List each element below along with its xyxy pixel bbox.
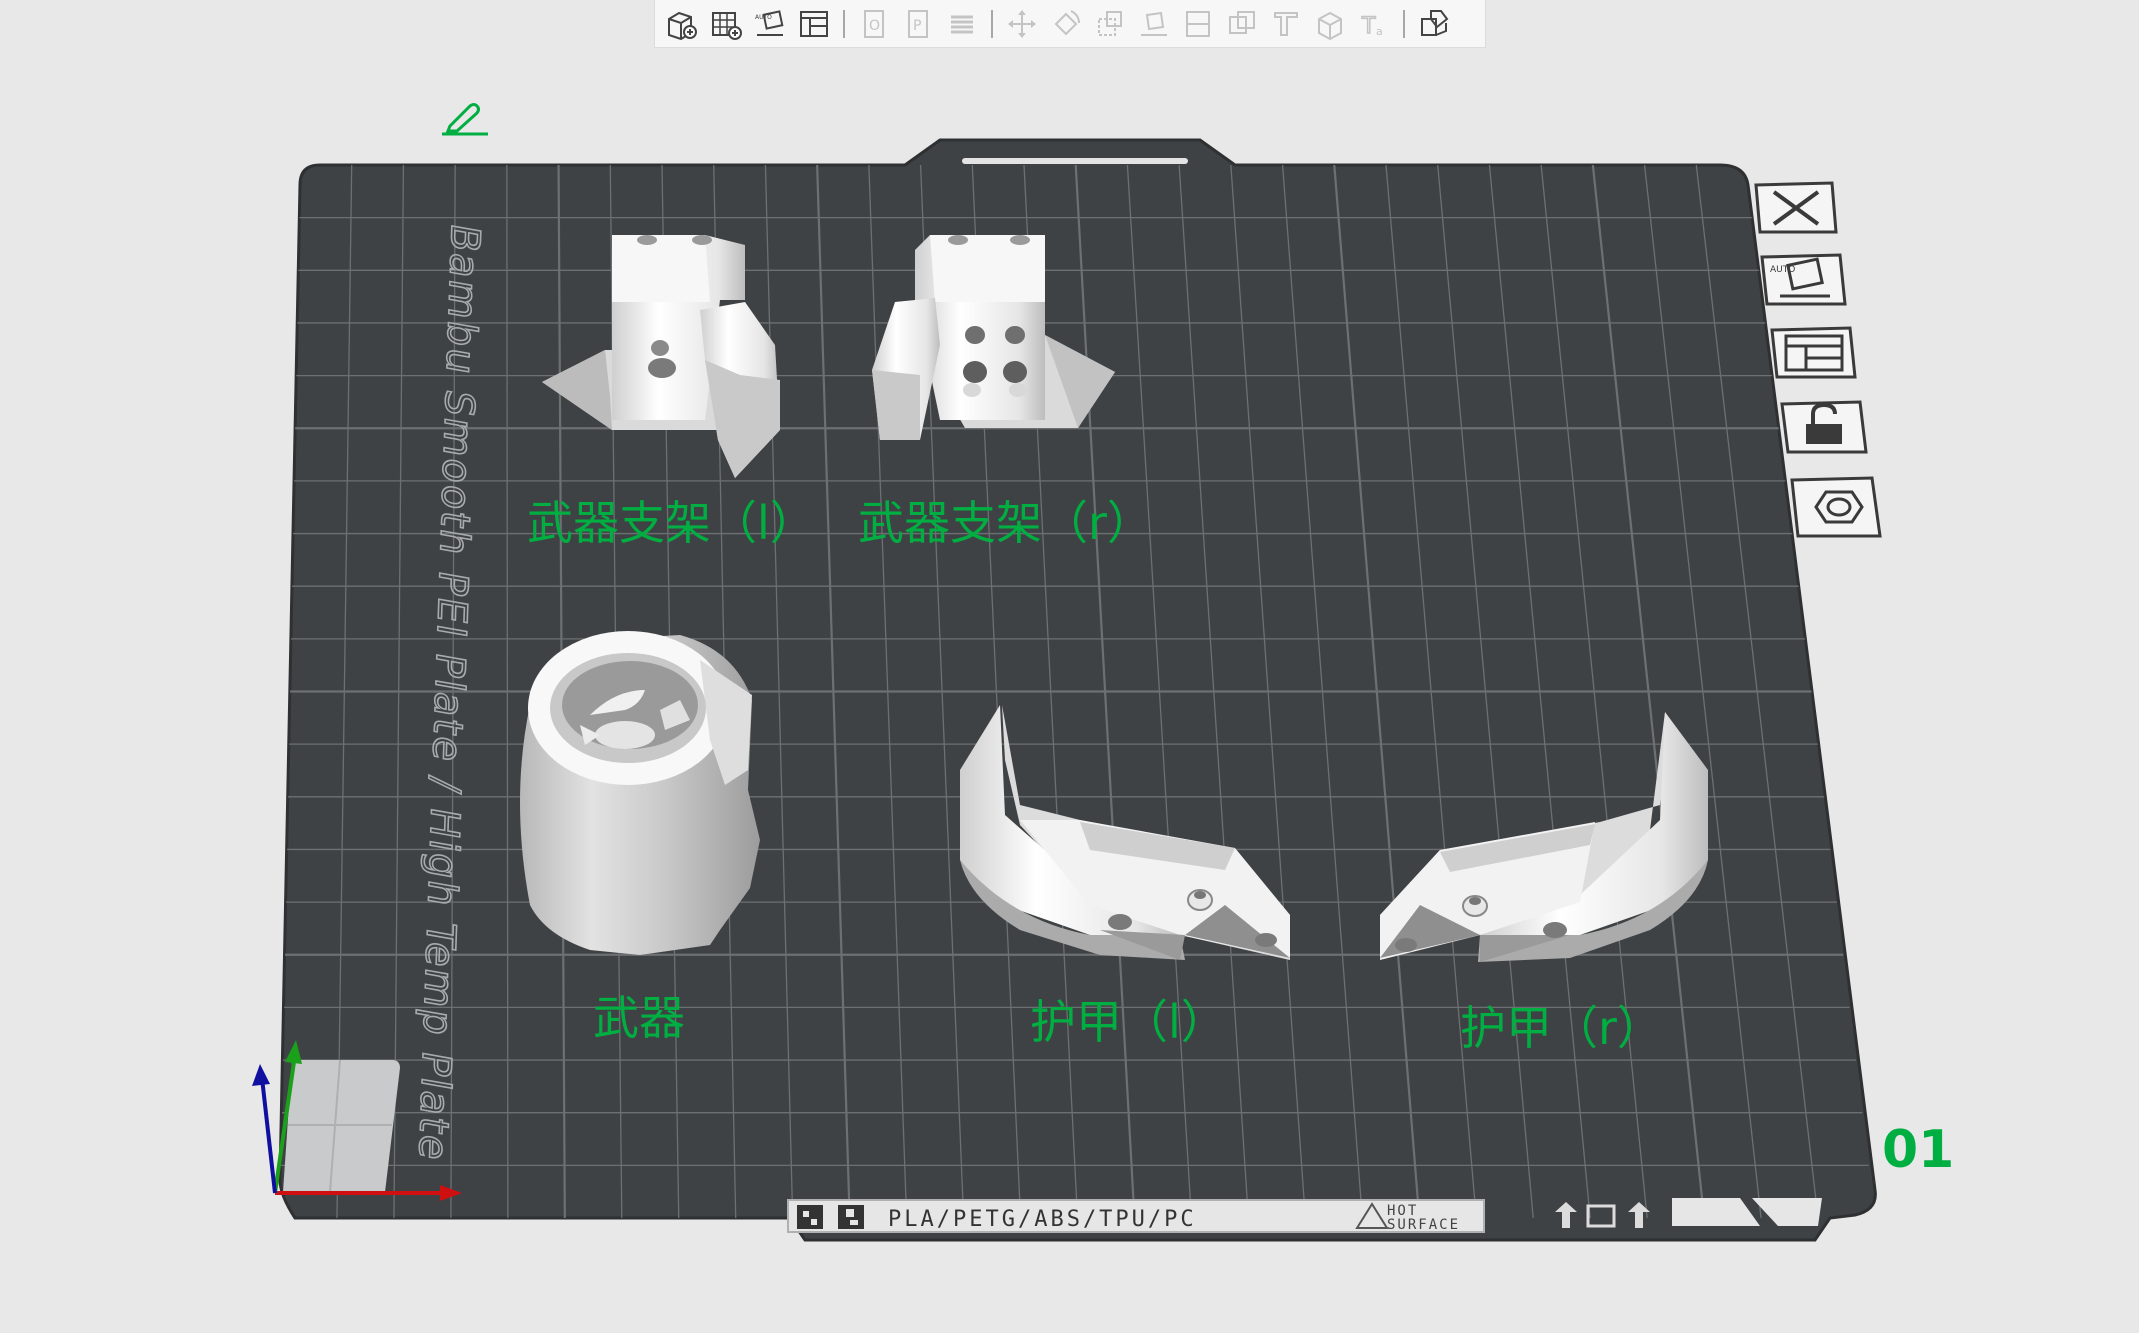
- svg-text:AUTO: AUTO: [1770, 265, 1795, 275]
- plate-handle-slot: [962, 158, 1188, 164]
- add-plate-icon[interactable]: [707, 5, 745, 43]
- svg-text:a: a: [1376, 25, 1383, 38]
- split-parts-icon[interactable]: P: [899, 5, 937, 43]
- 3d-viewport[interactable]: Bambu Smooth PEI Plate / High Temp Plate…: [0, 0, 2139, 1333]
- plate-number[interactable]: 01: [1882, 1120, 1954, 1180]
- svg-text:AUTO: AUTO: [755, 14, 772, 21]
- seam-paint-icon[interactable]: [1311, 5, 1349, 43]
- support-paint-icon[interactable]: [1267, 5, 1305, 43]
- toolbar-separator: [991, 9, 993, 38]
- rotate-icon[interactable]: [1047, 5, 1085, 43]
- add-object-icon[interactable]: [663, 5, 701, 43]
- cut-icon[interactable]: [1179, 5, 1217, 43]
- svg-text:P: P: [913, 18, 921, 34]
- toolbar-separator: [1403, 9, 1405, 38]
- split-objects-icon[interactable]: O: [855, 5, 893, 43]
- move-icon[interactable]: [1003, 5, 1041, 43]
- arrange-icon[interactable]: [795, 5, 833, 43]
- plate-materials-text: PLA/PETG/ABS/TPU/PC: [888, 1207, 1197, 1232]
- svg-text:O: O: [869, 18, 880, 34]
- object-weapon[interactable]: [520, 631, 760, 955]
- scene-canvas[interactable]: Bambu Smooth PEI Plate / High Temp Plate…: [0, 0, 2139, 1333]
- mesh-boolean-icon[interactable]: [1223, 5, 1261, 43]
- lay-on-face-icon[interactable]: [1135, 5, 1173, 43]
- auto-orient-plate-icon[interactable]: AUTO: [1760, 253, 1847, 306]
- object-label-weapon: 武器: [593, 991, 685, 1045]
- text-emboss-icon[interactable]: Ta: [1355, 5, 1393, 43]
- svg-text:T: T: [1361, 14, 1376, 39]
- hot-surface-line2: SURFACE: [1387, 1217, 1460, 1233]
- object-label-armor-r: 护甲（r）: [1460, 1001, 1663, 1055]
- top-toolbar: AUTO O P Ta: [654, 0, 1486, 48]
- plate-settings-icon[interactable]: [1790, 476, 1882, 538]
- delete-plate-icon[interactable]: [1754, 181, 1838, 234]
- scale-icon[interactable]: [1091, 5, 1129, 43]
- object-label-weapon-bracket-r: 武器支架（r）: [858, 496, 1153, 550]
- arrange-plate-icon[interactable]: [1770, 326, 1857, 379]
- auto-orient-icon[interactable]: AUTO: [751, 5, 789, 43]
- assembly-view-icon[interactable]: [1415, 5, 1453, 43]
- plate-grid: [281, 164, 1869, 1219]
- build-plate[interactable]: [278, 138, 1877, 1242]
- toolbar-separator: [843, 9, 845, 38]
- object-label-weapon-bracket-l: 武器支架（l）: [527, 496, 816, 550]
- object-label-armor-l: 护甲（l）: [1030, 995, 1227, 1049]
- edit-plate-name-icon[interactable]: [440, 100, 490, 136]
- lock-plate-icon[interactable]: [1780, 400, 1868, 454]
- variable-layer-icon[interactable]: [943, 5, 981, 43]
